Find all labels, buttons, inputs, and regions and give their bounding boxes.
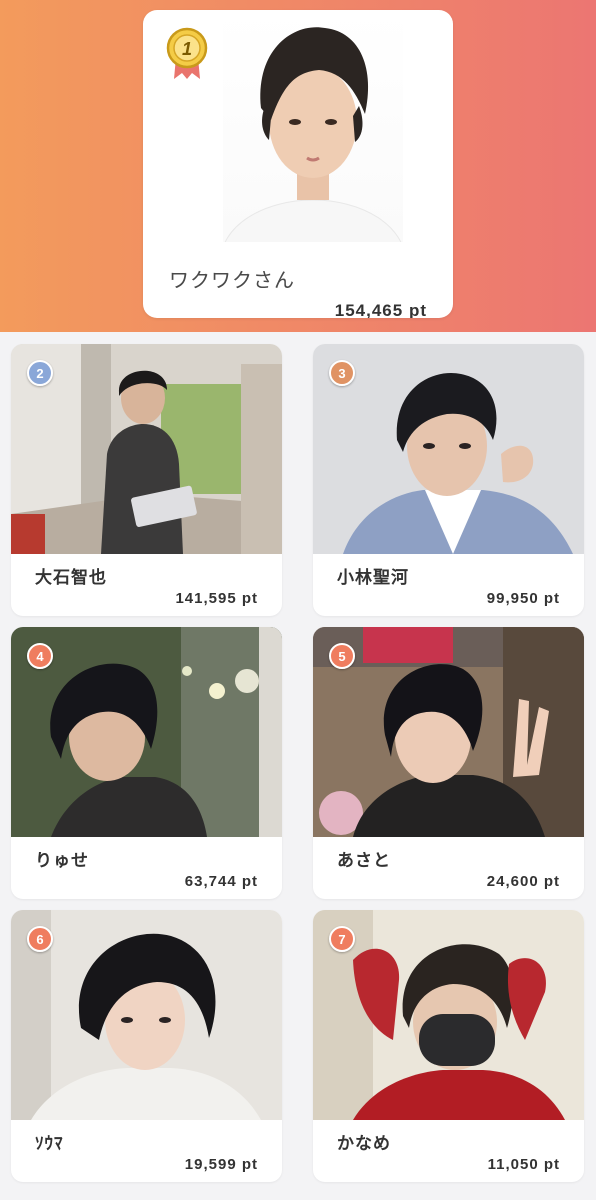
user-name: りゅせ <box>35 851 89 870</box>
user-name: あさと <box>337 851 391 870</box>
user-name: ｿｳﾏ <box>35 1134 64 1153</box>
rank-badge-icon: 5 <box>329 643 355 669</box>
ranking-card-5[interactable]: 5 あさと 24,600 pt <box>313 627 584 899</box>
user-name: 大石智也 <box>35 568 107 587</box>
ranking-card-3[interactable]: 3 小林聖河 99,950 pt <box>313 344 584 616</box>
ranking-card-6[interactable]: 6 ｿｳﾏ 19,599 pt <box>11 910 282 1182</box>
user-name: 小林聖河 <box>337 568 409 587</box>
rank-badge-icon: 7 <box>329 926 355 952</box>
ranking-card-2[interactable]: 2 大石智也 141,595 pt <box>11 344 282 616</box>
svg-text:1: 1 <box>182 39 192 59</box>
user-points: 141,595 pt <box>175 590 258 607</box>
user-points: 24,600 pt <box>486 873 560 890</box>
user-points: 11,050 pt <box>487 1156 560 1173</box>
avatar-photo <box>223 10 403 242</box>
user-points: 99,950 pt <box>486 590 560 607</box>
user-points: 19,599 pt <box>184 1156 258 1173</box>
rank-badge-icon: 6 <box>27 926 53 952</box>
rank-badge-icon: 2 <box>27 360 53 386</box>
ranking-card-1[interactable]: 1 ワクワクさん 154,465 pt <box>143 10 453 318</box>
user-points: 63,744 pt <box>184 873 258 890</box>
ranking-card-4[interactable]: 4 りゅせ 63,744 pt <box>11 627 282 899</box>
top-user-name: ワクワクさん <box>169 270 295 292</box>
user-name: かなめ <box>337 1134 391 1153</box>
rank-badge-icon: 3 <box>329 360 355 386</box>
gold-medal-icon: 1 <box>166 27 208 79</box>
ranking-card-7[interactable]: 7 かなめ 11,050 pt <box>313 910 584 1182</box>
rank-badge-icon: 4 <box>27 643 53 669</box>
top-user-points: 154,465 pt <box>334 301 427 318</box>
